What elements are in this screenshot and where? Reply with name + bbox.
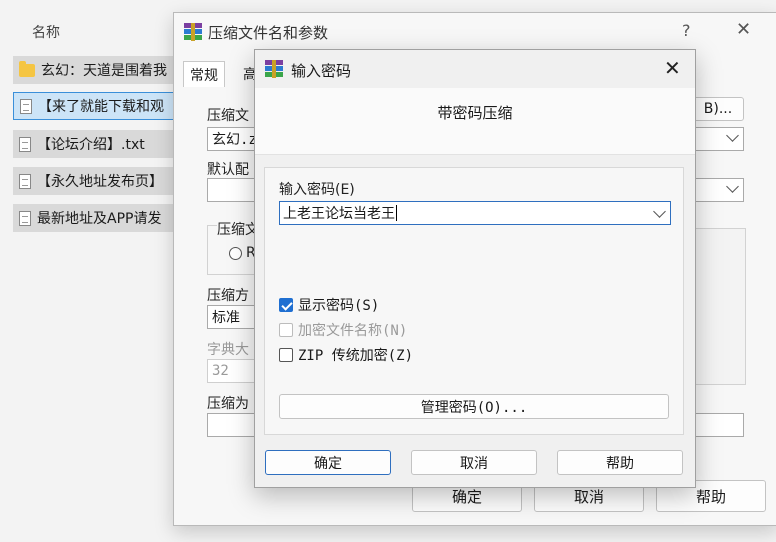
- text-file-icon: [19, 136, 31, 152]
- text-caret: [396, 205, 397, 221]
- checkbox-checked-icon[interactable]: [279, 298, 293, 312]
- file-name: 玄幻：天道是围着我: [41, 63, 167, 79]
- close-icon[interactable]: ✕: [736, 19, 751, 40]
- chevron-down-icon[interactable]: [726, 180, 739, 193]
- format-option-rar[interactable]: R: [229, 245, 256, 261]
- archive-name-value: 玄幻.z: [212, 132, 257, 148]
- password-value: 上老王论坛当老王: [283, 206, 395, 222]
- show-password-label: 显示密码(S): [298, 298, 380, 314]
- dialog-title: 压缩文件名和参数: [208, 24, 329, 42]
- method-value: 标准: [212, 310, 240, 326]
- checkbox-icon[interactable]: [279, 323, 293, 337]
- winrar-icon: [184, 23, 202, 41]
- encrypt-filenames-label: 加密文件名称(N): [298, 323, 408, 339]
- dictionary-value: 32: [212, 363, 229, 379]
- text-file-icon: [19, 210, 31, 226]
- radio-icon[interactable]: [229, 246, 242, 260]
- zip-legacy-label: ZIP 传统加密(Z): [298, 348, 414, 364]
- file-name: 【永久地址发布页】: [37, 174, 163, 190]
- header-text: 带密码压缩: [437, 104, 513, 122]
- chevron-down-icon[interactable]: [726, 129, 739, 142]
- browse-button[interactable]: B)...: [692, 97, 744, 121]
- method-label: 压缩方: [207, 288, 249, 304]
- folder-icon: [19, 60, 35, 77]
- file-name: 【来了就能下载和观: [38, 99, 164, 115]
- archive-name-label: 压缩文: [207, 108, 249, 124]
- text-file-icon: [19, 173, 31, 189]
- options-group: [694, 228, 746, 385]
- tab-general[interactable]: 常规: [183, 61, 225, 88]
- dialog-header: 带密码压缩: [255, 88, 695, 155]
- checkbox-icon[interactable]: [279, 348, 293, 362]
- show-password-checkbox[interactable]: 显示密码(S): [279, 295, 379, 315]
- ok-button[interactable]: 确定: [265, 450, 391, 475]
- encrypt-filenames-checkbox[interactable]: 加密文件名称(N): [279, 320, 407, 340]
- winrar-icon: [265, 60, 283, 78]
- file-name: 【论坛介绍】.txt: [37, 137, 145, 153]
- password-label: 输入密码(E): [279, 182, 355, 198]
- dictionary-label: 字典大: [207, 342, 249, 358]
- dialog-title: 输入密码: [291, 62, 352, 80]
- password-input[interactable]: 上老王论坛当老王: [279, 201, 671, 225]
- enter-password-dialog: 输入密码 ✕ 带密码压缩 输入密码(E) 上老王论坛当老王 显示密码(S) 加密…: [254, 49, 696, 488]
- manage-passwords-button[interactable]: 管理密码(O)...: [279, 394, 669, 419]
- zip-legacy-checkbox[interactable]: ZIP 传统加密(Z): [279, 345, 413, 365]
- chevron-down-icon[interactable]: [653, 205, 666, 218]
- help-icon[interactable]: ?: [682, 21, 691, 40]
- close-icon[interactable]: ✕: [664, 56, 681, 80]
- column-header-name[interactable]: 名称: [32, 22, 60, 42]
- format-label: 压缩文: [217, 219, 259, 239]
- split-label: 压缩为: [207, 396, 249, 412]
- help-button[interactable]: 帮助: [557, 450, 683, 475]
- text-file-icon: [20, 98, 32, 114]
- file-name: 最新地址及APP请发: [37, 211, 162, 227]
- cancel-button[interactable]: 取消: [411, 450, 537, 475]
- default-profile-label: 默认配: [207, 162, 249, 178]
